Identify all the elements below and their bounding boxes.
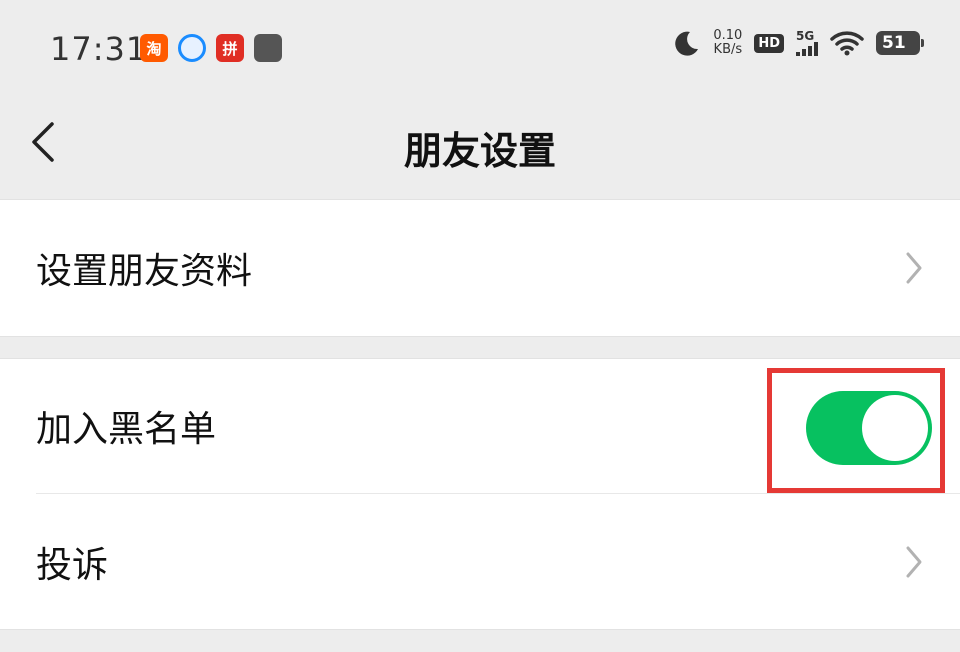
battery-level: 51 bbox=[882, 33, 906, 53]
friend-profile-row[interactable]: 设置朋友资料 bbox=[0, 200, 960, 336]
settings-group-profile: 设置朋友资料 bbox=[0, 199, 960, 337]
blacklist-label: 加入黑名单 bbox=[36, 409, 217, 450]
system-icons: 0.10 KB/s HD 5G 51 bbox=[671, 28, 924, 58]
network-type-label: 5G bbox=[796, 29, 815, 43]
app-icon bbox=[254, 34, 282, 62]
wifi-icon bbox=[830, 31, 864, 56]
chevron-right-icon bbox=[906, 546, 922, 577]
network-speed-value: 0.10 bbox=[713, 28, 743, 43]
chevron-right-icon bbox=[906, 252, 922, 284]
network-speed: 0.10 KB/s bbox=[713, 29, 742, 57]
hd-voice-icon: HD bbox=[754, 33, 784, 53]
friend-profile-label: 设置朋友资料 bbox=[36, 251, 253, 292]
browser-app-icon bbox=[178, 34, 206, 62]
nav-bar: 朋友设置 bbox=[0, 100, 960, 198]
taobao-app-icon: 淘 bbox=[140, 34, 168, 62]
complain-label: 投诉 bbox=[36, 544, 109, 586]
highlight-box bbox=[767, 368, 945, 493]
pinduoduo-app-icon: 拼 bbox=[216, 34, 244, 62]
battery-icon: 51 bbox=[876, 31, 924, 55]
notification-icons: 淘 拼 bbox=[140, 34, 282, 62]
do-not-disturb-moon-icon bbox=[675, 31, 699, 56]
cellular-signal-icon: 5G bbox=[796, 30, 818, 56]
network-speed-unit: KB/s bbox=[713, 42, 743, 57]
page-title: 朋友设置 bbox=[403, 129, 556, 173]
status-bar: 17:31 淘 拼 0.10 KB/s HD 5G 51 bbox=[0, 0, 960, 100]
complain-row[interactable]: 投诉 bbox=[0, 494, 960, 629]
status-time: 17:31 bbox=[50, 30, 148, 68]
